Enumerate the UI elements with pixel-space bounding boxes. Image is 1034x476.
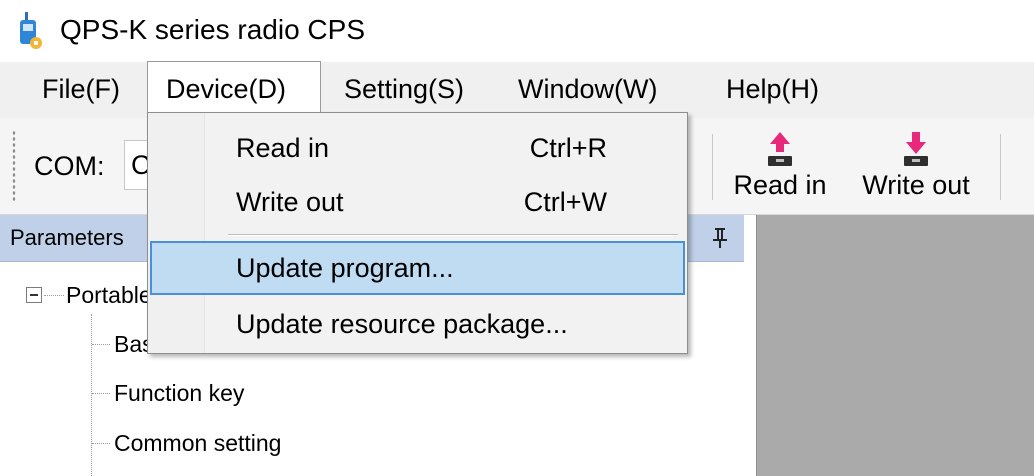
menu-device[interactable]: Device(D)	[147, 61, 321, 119]
toolbar-grip[interactable]	[12, 130, 16, 202]
menu-item-update-resource-package[interactable]: Update resource package...	[150, 297, 685, 351]
menu-item-label: Update resource package...	[236, 309, 568, 339]
toolbar-separator	[1000, 134, 1001, 200]
device-dropdown-menu: Read in Ctrl+R Write out Ctrl+W Update p…	[147, 112, 688, 354]
menu-item-label: Read in	[236, 133, 330, 163]
menu-item-label: Write out	[236, 187, 344, 217]
radio-icon	[20, 12, 42, 49]
menu-setting[interactable]: Setting(S)	[326, 62, 482, 118]
tree-connector	[91, 314, 92, 476]
write-out-button[interactable]: Write out	[848, 128, 984, 208]
read-in-button[interactable]: Read in	[724, 128, 836, 208]
tree-connector	[92, 344, 110, 345]
write-out-label: Write out	[862, 170, 970, 200]
tree-node-common-setting[interactable]: Common setting	[114, 428, 281, 458]
pin-icon[interactable]	[712, 227, 728, 249]
upload-arrow-icon	[768, 132, 792, 166]
tree-connector	[92, 443, 110, 444]
tree-node-root[interactable]: Portable	[66, 280, 152, 310]
tree-node-function-key[interactable]: Function key	[114, 378, 244, 408]
menu-item-shortcut: Ctrl+W	[523, 187, 607, 217]
workspace-area	[756, 215, 1034, 476]
menu-bar: File(F) Device(D) Setting(S) Window(W) H…	[0, 61, 1034, 119]
title-bar: QPS-K series radio CPS	[0, 0, 1034, 62]
window-title: QPS-K series radio CPS	[60, 14, 365, 45]
com-label: COM:	[34, 151, 105, 181]
menu-help[interactable]: Help(H)	[708, 62, 837, 118]
download-arrow-icon	[904, 132, 928, 166]
menu-file[interactable]: File(F)	[24, 62, 138, 118]
collapse-toggle-icon[interactable]	[26, 287, 42, 303]
tree-connector	[44, 295, 64, 296]
menu-item-shortcut: Ctrl+R	[529, 133, 607, 163]
menu-item-read-in[interactable]: Read in Ctrl+R	[150, 121, 685, 175]
menu-separator	[228, 234, 678, 236]
menu-window[interactable]: Window(W)	[500, 62, 676, 118]
tree-connector	[92, 393, 110, 394]
read-in-label: Read in	[733, 170, 827, 200]
panel-title: Parameters	[10, 225, 124, 250]
toolbar-separator	[712, 134, 713, 200]
menu-item-write-out[interactable]: Write out Ctrl+W	[150, 175, 685, 229]
menu-item-update-program[interactable]: Update program...	[150, 241, 685, 295]
menu-item-label: Update program...	[236, 253, 454, 283]
